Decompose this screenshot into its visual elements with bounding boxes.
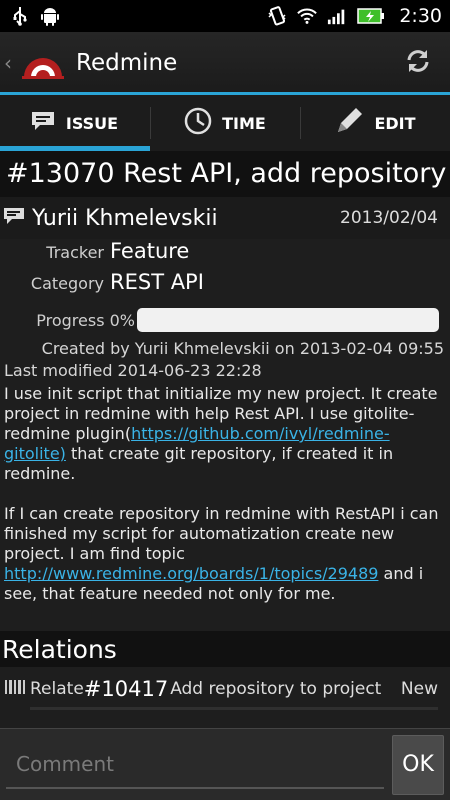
progress-bar	[137, 308, 439, 332]
modified-info: Last modified 2014-06-23 22:28	[4, 361, 262, 380]
tab-time[interactable]: TIME	[150, 95, 300, 151]
clock-icon	[184, 107, 212, 139]
comment-bar: OK	[0, 728, 450, 800]
comment-input[interactable]	[6, 740, 384, 789]
relation-icon	[4, 678, 26, 700]
relation-item[interactable]: Relate #10417 Add repository to project …	[0, 667, 450, 711]
relation-type: Relate	[30, 679, 84, 699]
usb-icon	[10, 6, 30, 26]
tracker-row: Tracker Feature	[0, 239, 450, 270]
ok-button[interactable]: OK	[392, 734, 444, 795]
issue-icon	[31, 112, 56, 134]
progress-label: Progress 0%	[36, 310, 135, 330]
relation-subject: Add repository to project	[170, 679, 382, 699]
description-paragraph: If I can create repository in redmine wi…	[4, 504, 439, 603]
redmine-topic-link[interactable]: http://www.redmine.org/boards/1/topics/2…	[4, 564, 378, 583]
tab-bar: ISSUE TIME EDIT	[0, 95, 450, 151]
wifi-icon	[297, 6, 318, 26]
tab-issue-label: ISSUE	[65, 113, 119, 133]
battery-charging-icon	[357, 6, 385, 26]
tab-issue[interactable]: ISSUE	[0, 95, 150, 151]
progress-row: Progress 0%	[0, 303, 450, 337]
issue-content[interactable]: #13070 Rest API, add repository to proje…	[0, 151, 450, 728]
status-bar: 2:30	[0, 0, 450, 32]
tab-edit[interactable]: EDIT	[300, 95, 450, 151]
tracker-value: Feature	[110, 239, 190, 263]
relation-issue-id: #10417	[83, 677, 169, 701]
category-label: Category	[30, 274, 104, 293]
relations-header: Relations	[0, 631, 450, 667]
relation-divider	[30, 707, 438, 710]
signal-icon	[327, 6, 347, 26]
issue-description: I use init script that initialize my new…	[0, 382, 450, 604]
refresh-icon	[405, 48, 431, 78]
comment-icon	[4, 208, 26, 228]
redmine-logo	[18, 43, 68, 83]
action-bar: ‹ Redmine	[0, 32, 450, 94]
tab-edit-label: EDIT	[374, 113, 416, 133]
android-debug-icon	[40, 6, 60, 26]
home-up-button[interactable]: ‹ Redmine	[4, 43, 177, 83]
status-time: 2:30	[399, 5, 442, 27]
category-value: REST API	[110, 270, 204, 294]
pencil-icon	[334, 106, 364, 140]
tracker-label: Tracker	[46, 243, 104, 262]
issue-title: #13070 Rest API, add repository to proje…	[0, 151, 450, 197]
vibrate-icon	[267, 6, 287, 26]
up-chevron-icon: ‹	[4, 51, 12, 75]
created-info: Created by Yurii Khmelevskii on 2013-02-…	[41, 339, 444, 358]
author-row: Yurii Khmelevskii 2013/02/04	[0, 197, 450, 239]
tab-time-label: TIME	[222, 113, 266, 133]
author-name: Yurii Khmelevskii	[32, 205, 218, 231]
issue-date: 2013/02/04	[340, 208, 438, 228]
description-paragraph: I use init script that initialize my new…	[4, 384, 438, 483]
app-title: Redmine	[76, 50, 178, 76]
relation-status: New	[400, 679, 438, 699]
category-row: Category REST API	[0, 270, 450, 301]
refresh-button[interactable]	[398, 43, 438, 83]
